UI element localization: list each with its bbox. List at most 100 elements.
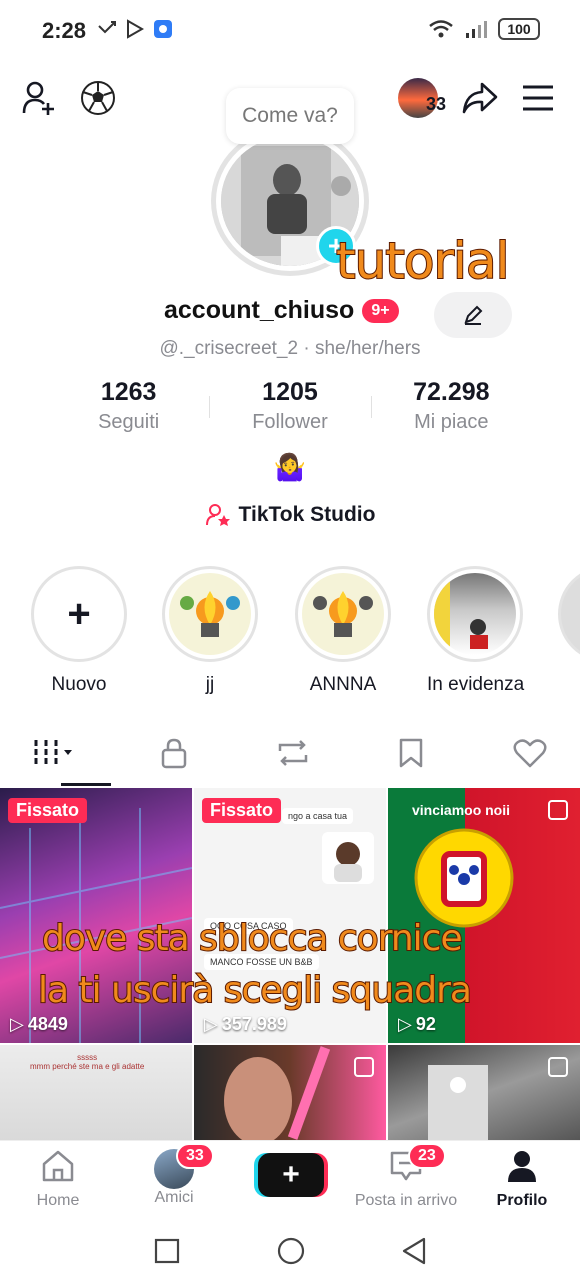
missed-call-icon xyxy=(98,21,116,34)
create-button[interactable]: + xyxy=(258,1153,324,1197)
nav-friends-label: Amici xyxy=(154,1189,194,1206)
friends-badge: 33 xyxy=(176,1143,214,1169)
chat-bubble: ngo a casa tua xyxy=(282,808,354,824)
stat-followers-value: 1205 xyxy=(262,378,318,406)
highlight-circle xyxy=(558,566,580,662)
nav-profile-label: Profilo xyxy=(496,1192,548,1209)
profile-stats: 1263 Seguiti 1205 Follower 72.298 Mi pia… xyxy=(48,378,532,434)
highlight-new-circle: + xyxy=(31,566,127,662)
overlay-caption-line1: dove sta sblocca cornice xyxy=(41,917,464,960)
play-icon: ▷ xyxy=(398,1014,412,1034)
stat-following[interactable]: 1263 Seguiti xyxy=(48,378,209,434)
bio-emoji: 🤷‍♀️ xyxy=(273,452,307,482)
nav-home[interactable]: Home xyxy=(0,1149,116,1210)
status-system-icons: 100 xyxy=(428,18,540,40)
status-speech-bubble[interactable]: Come va? xyxy=(226,88,354,144)
heart-icon xyxy=(513,739,547,768)
highlight-label: In evidenza xyxy=(427,674,525,695)
repost-icon xyxy=(278,740,307,766)
pencil-icon xyxy=(464,305,483,325)
highlight-circle xyxy=(295,566,391,662)
signal-icon xyxy=(466,21,487,38)
tab-private[interactable] xyxy=(149,728,199,778)
nav-profile[interactable]: Profilo xyxy=(464,1149,580,1210)
video-thumbnail[interactable] xyxy=(388,1045,580,1141)
tiktok-studio-link[interactable]: TikTok Studio xyxy=(0,502,580,528)
highlight-partial[interactable] xyxy=(558,566,580,662)
play-icon: ▷ xyxy=(204,1014,218,1034)
multi-photo-icon xyxy=(354,1057,374,1077)
highlight-circle xyxy=(427,566,523,662)
view-count: ▷ 357.989 xyxy=(204,1014,287,1035)
play-store-icon xyxy=(127,19,145,39)
highlight-annna[interactable]: ANNNA xyxy=(295,566,391,696)
nav-inbox[interactable]: Posta in arrivo 23 xyxy=(348,1143,464,1210)
view-count: ▷ 92 xyxy=(398,1014,436,1035)
studio-icon xyxy=(205,504,230,526)
nav-home-label: Home xyxy=(36,1192,80,1209)
view-count-value: 92 xyxy=(415,1014,436,1034)
username-row: account_chiuso 9+ xyxy=(164,296,399,325)
highlight-thumbnail xyxy=(169,573,251,655)
inbox-badge: 23 xyxy=(408,1143,446,1169)
nav-friends[interactable]: Amici 33 xyxy=(116,1143,232,1207)
tab-saved[interactable] xyxy=(386,728,436,778)
overlay-tutorial-text: tutorial xyxy=(335,231,510,291)
highlight-thumbnail xyxy=(434,573,516,655)
tiktok-studio-label: TikTok Studio xyxy=(238,503,376,526)
home-circle-icon[interactable] xyxy=(276,1236,306,1266)
highlight-label: Nuovo xyxy=(51,674,107,695)
notification-badge[interactable]: 9+ xyxy=(362,298,399,323)
edit-profile-button[interactable] xyxy=(434,292,512,338)
highlight-jj[interactable]: jj xyxy=(162,566,258,696)
lock-icon xyxy=(161,738,186,769)
stat-likes-value: 72.298 xyxy=(413,378,490,406)
share-profile-button[interactable] xyxy=(460,78,500,118)
highlight-new[interactable]: + Nuovo xyxy=(31,566,127,696)
stat-followers[interactable]: 1205 Follower xyxy=(209,378,370,434)
view-count-value: 357.989 xyxy=(221,1014,287,1034)
video-caption: sssss mmm perché ste ma e gli adatte xyxy=(30,1053,145,1071)
highlight-in-evidenza[interactable]: In evidenza xyxy=(427,566,525,696)
multi-photo-icon xyxy=(548,800,568,820)
bottom-nav: Home Amici 33 + Posta in arrivo 23 Profi… xyxy=(0,1140,580,1220)
soccer-ball-button[interactable] xyxy=(78,78,118,118)
back-icon[interactable] xyxy=(400,1236,428,1266)
add-friend-button[interactable] xyxy=(20,78,60,118)
status-time: 2:28 xyxy=(42,18,87,43)
view-count: ▷ 4849 xyxy=(10,1014,68,1035)
stat-following-value: 1263 xyxy=(100,378,157,406)
username: account_chiuso xyxy=(164,296,355,324)
recents-icon[interactable] xyxy=(154,1238,180,1264)
grid-icon xyxy=(34,740,72,766)
overlay-caption-line2: la ti uscirà scegli squadra xyxy=(37,969,473,1012)
stat-likes[interactable]: 72.298 Mi piace xyxy=(370,378,532,434)
video-thumbnail[interactable] xyxy=(194,1045,386,1141)
home-icon xyxy=(42,1150,74,1182)
highlight-label: ANNNA xyxy=(309,674,377,695)
pinned-badge: Fissato xyxy=(8,798,88,823)
highlight-label: jj xyxy=(205,674,215,695)
status-bar: 2:28 100 xyxy=(0,0,580,62)
video-thumbnail[interactable]: sssss mmm perché ste ma e gli adatte xyxy=(0,1045,192,1141)
highlight-thumbnail xyxy=(302,573,384,655)
bookmark-icon xyxy=(400,738,423,768)
tab-liked[interactable] xyxy=(505,728,555,778)
chat-emoji-thumb xyxy=(322,832,374,884)
pinned-badge: Fissato xyxy=(202,798,282,823)
wifi-icon xyxy=(429,20,453,38)
share-icon xyxy=(462,82,498,114)
nav-inbox-label: Posta in arrivo xyxy=(354,1192,458,1209)
stat-divider xyxy=(370,396,372,418)
hamburger-menu-icon xyxy=(523,85,553,111)
stat-likes-label: Mi piace xyxy=(414,411,489,433)
tab-reposts[interactable] xyxy=(268,728,318,778)
profile-handle: @._crisecreet_2 · she/her/hers xyxy=(159,338,421,359)
stat-divider xyxy=(209,396,211,418)
add-user-icon xyxy=(22,81,54,115)
view-count-value: 4849 xyxy=(27,1014,68,1034)
app-notification-icon xyxy=(154,20,172,38)
profile-tabs xyxy=(30,728,555,778)
menu-button[interactable] xyxy=(518,78,558,118)
tab-videos[interactable] xyxy=(30,728,80,778)
